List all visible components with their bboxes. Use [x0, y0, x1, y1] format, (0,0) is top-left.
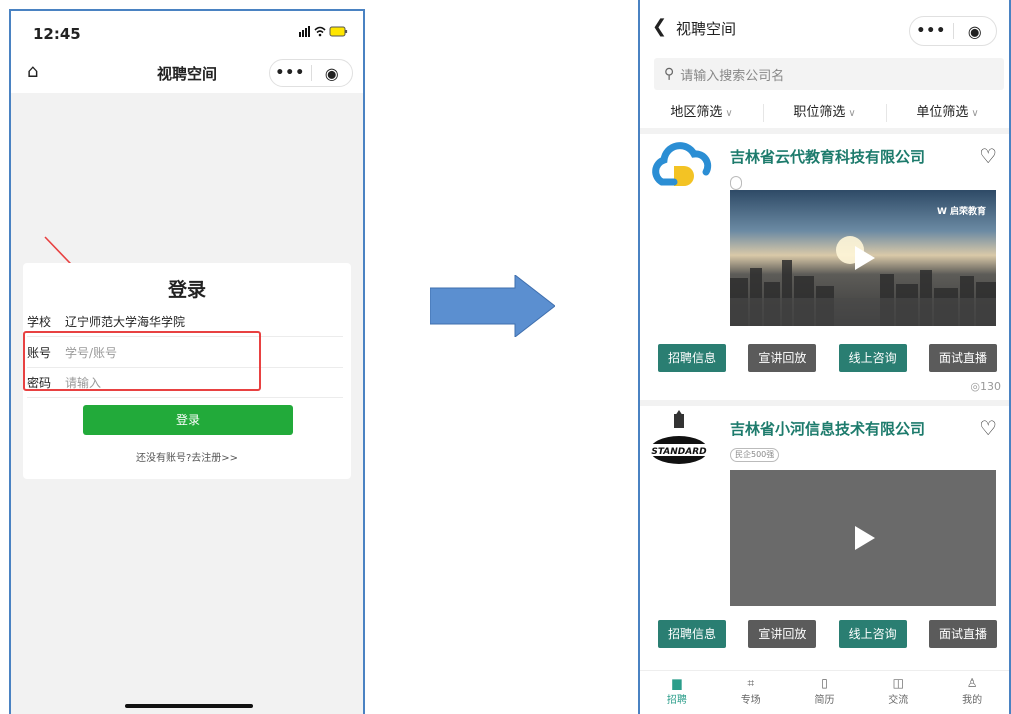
consult-button[interactable]: 线上咨询 — [838, 344, 907, 372]
play-icon[interactable] — [855, 246, 875, 270]
status-icons — [299, 25, 349, 41]
search-placeholder: 请输入搜索公司名 — [680, 68, 785, 84]
mini-program-capsule: ••• ◉ — [269, 59, 353, 87]
view-count: ◎130 — [970, 380, 1001, 393]
heart-icon[interactable]: ♡ — [979, 144, 997, 168]
replay-button[interactable]: 宣讲回放 — [748, 344, 817, 372]
chevron-down-icon: ∨ — [848, 108, 856, 119]
recruit-info-button[interactable]: 招聘信息 — [658, 620, 727, 648]
video-brand-watermark: W 启荣教育 — [936, 207, 986, 217]
chevron-down-icon: ∨ — [971, 108, 979, 119]
tab-label: 招聘 — [666, 695, 687, 706]
company-logo-standard-icon: STANDARD — [650, 410, 708, 464]
tab-profile[interactable]: ♙ 我的 — [935, 671, 1009, 714]
company-list-screen: ❮ 视聘空间 ••• ◉ ⚲ 请输入搜索公司名 地区筛选 ∨ 职位筛选 ∨ 单位筛选… — [638, 0, 1011, 714]
heart-icon[interactable]: ♡ — [979, 416, 997, 440]
eye-icon: ◎ — [970, 380, 980, 393]
company-card: 吉林省云代教育科技有限公司 ♡ W 启荣教育 招聘信息 宣讲回放 线上咨询 面试… — [640, 134, 1009, 404]
venue-icon: ⌗ — [747, 676, 755, 690]
recruit-info-button[interactable]: 招聘信息 — [658, 344, 727, 372]
status-bar: 12:45 — [11, 11, 363, 53]
play-icon[interactable] — [855, 526, 875, 550]
consult-button[interactable]: 线上咨询 — [838, 620, 907, 648]
company-name[interactable]: 吉林省小河信息技术有限公司 — [730, 418, 925, 439]
video-player[interactable] — [730, 470, 996, 606]
tab-resume[interactable]: ▯ 简历 — [788, 671, 862, 714]
home-indicator — [125, 704, 253, 708]
status-time: 12:45 — [33, 25, 81, 43]
filter-label: 职位筛选 — [793, 105, 846, 120]
tab-label: 我的 — [962, 695, 983, 706]
view-count-value: 130 — [980, 380, 1001, 393]
close-target-icon[interactable]: ◉ — [953, 22, 996, 41]
close-target-icon[interactable]: ◉ — [311, 64, 352, 83]
filter-label: 单位筛选 — [916, 105, 969, 120]
mini-program-capsule: ••• ◉ — [909, 16, 997, 46]
tab-label: 专场 — [740, 695, 761, 706]
tab-label: 交流 — [888, 695, 909, 706]
more-icon[interactable]: ••• — [270, 65, 311, 81]
briefcase-icon: ▆ — [672, 676, 682, 690]
nav-bar: ⌂ 视聘空间 ••• ◉ — [11, 53, 363, 93]
company-tag — [730, 176, 742, 190]
filter-position[interactable]: 职位筛选 ∨ — [763, 98, 886, 128]
tab-label: 简历 — [814, 695, 835, 706]
login-button[interactable]: 登录 — [83, 405, 293, 435]
login-title: 登录 — [167, 279, 206, 301]
company-tag: 民企500强 — [730, 448, 780, 462]
tab-chat[interactable]: ◫ 交流 — [861, 671, 935, 714]
search-input[interactable]: ⚲ 请输入搜索公司名 — [654, 58, 1004, 90]
more-icon[interactable]: ••• — [910, 23, 953, 39]
company-name[interactable]: 吉林省云代教育科技有限公司 — [730, 146, 925, 167]
company-logo-cloud-icon — [652, 142, 712, 186]
nav-bar: ❮ 视聘空间 ••• ◉ — [640, 0, 1009, 52]
highlight-box — [23, 331, 261, 391]
filter-bar: 地区筛选 ∨ 职位筛选 ∨ 单位筛选 ∨ — [640, 98, 1009, 128]
back-chevron-icon[interactable]: ❮ — [652, 16, 667, 37]
school-label: 学校 — [27, 315, 52, 329]
action-bar: 招聘信息 宣讲回放 线上咨询 面试直播 — [640, 620, 1009, 648]
user-icon: ♙ — [966, 676, 978, 690]
interview-live-button[interactable]: 面试直播 — [928, 620, 997, 648]
login-body: 登录 学校 辽宁师范大学海华学院 账号 密码 登录 还没有账号?去注册>> — [11, 93, 363, 714]
bottom-tab-bar: ▆ 招聘 ⌗ 专场 ▯ 简历 ◫ 交流 ♙ 我的 — [640, 670, 1009, 714]
action-bar: 招聘信息 宣讲回放 线上咨询 面试直播 — [640, 344, 1009, 372]
battery-wifi-icon — [299, 26, 348, 37]
flow-arrow-icon — [430, 275, 555, 337]
page-title: 视聘空间 — [676, 20, 737, 38]
interview-live-button[interactable]: 面试直播 — [928, 344, 997, 372]
chat-icon: ◫ — [892, 676, 904, 690]
video-player[interactable]: W 启荣教育 — [730, 190, 996, 326]
login-card: 登录 学校 辽宁师范大学海华学院 账号 密码 登录 还没有账号?去注册>> — [23, 263, 351, 479]
replay-button[interactable]: 宣讲回放 — [748, 620, 817, 648]
svg-text:STANDARD: STANDARD — [651, 447, 707, 457]
search-icon: ⚲ — [664, 66, 675, 82]
school-value[interactable]: 辽宁师范大学海华学院 — [65, 313, 185, 330]
resume-icon: ▯ — [821, 676, 828, 690]
filter-employer[interactable]: 单位筛选 ∨ — [886, 98, 1009, 128]
register-link[interactable]: 还没有账号?去注册>> — [23, 449, 351, 464]
filter-region[interactable]: 地区筛选 ∨ — [640, 98, 763, 128]
filter-label: 地区筛选 — [670, 105, 723, 120]
tab-recruit[interactable]: ▆ 招聘 — [640, 671, 714, 714]
tab-venue[interactable]: ⌗ 专场 — [714, 671, 788, 714]
chevron-down-icon: ∨ — [725, 108, 733, 119]
company-card: STANDARD 吉林省小河信息技术有限公司 ♡ 民企500强 招聘信息 宣讲回… — [640, 406, 1009, 676]
login-screen: 12:45 ⌂ 视聘空间 ••• ◉ 登录 学校 辽宁师范大学海华学院 账号 学… — [9, 9, 365, 714]
